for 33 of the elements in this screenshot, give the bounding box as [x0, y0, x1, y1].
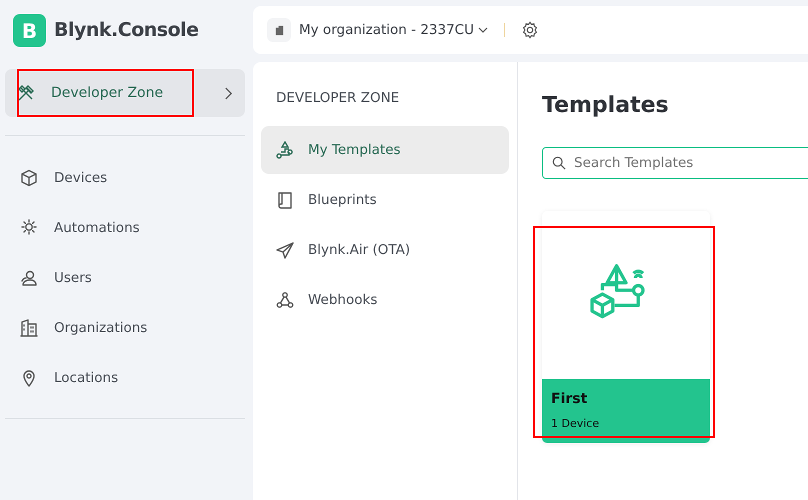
paper-plane-icon: [276, 241, 294, 260]
caret-icon: [478, 27, 488, 33]
settings-button[interactable]: [521, 20, 539, 40]
nav-item[interactable]: Blueprints: [261, 176, 509, 224]
template-name: First: [551, 390, 588, 409]
sidebar-item[interactable]: Locations: [0, 353, 253, 403]
app-title: Blynk.Console: [54, 18, 199, 44]
search-icon: [552, 156, 566, 170]
sidebar-item[interactable]: Developer Zone: [5, 69, 245, 117]
sidebar-item[interactable]: Automations: [0, 203, 253, 253]
users-icon: [20, 269, 38, 287]
sidebar-item[interactable]: Devices: [0, 153, 253, 203]
sidebar-item[interactable]: Users: [0, 253, 253, 303]
nav-item[interactable]: Blynk.Air (OTA): [261, 226, 509, 274]
device-count: 1 Device: [551, 416, 600, 432]
organization-dropdown[interactable]: My organization - 2337CU: [299, 20, 488, 40]
tools-icon: [17, 84, 35, 102]
sidebar-item[interactable]: Organizations: [0, 303, 253, 353]
nav-item[interactable]: Webhooks: [261, 276, 509, 324]
cube-icon: [20, 169, 38, 187]
book-icon: [276, 191, 294, 210]
section-heading: DEVELOPER ZONE: [275, 89, 400, 108]
building-icon: [20, 319, 38, 337]
sun-icon: [20, 219, 38, 237]
search-field[interactable]: Search Templates: [542, 147, 808, 179]
page-title: Templates: [542, 92, 670, 120]
webhook-icon: [276, 291, 294, 310]
templates-icon: [276, 141, 294, 160]
chevron-right-icon: [224, 86, 233, 100]
template-card[interactable]: First 1 Device: [542, 211, 710, 443]
nav-item[interactable]: My Templates: [261, 126, 509, 174]
organization-icon: [267, 18, 291, 42]
logo-icon: B: [13, 14, 46, 47]
